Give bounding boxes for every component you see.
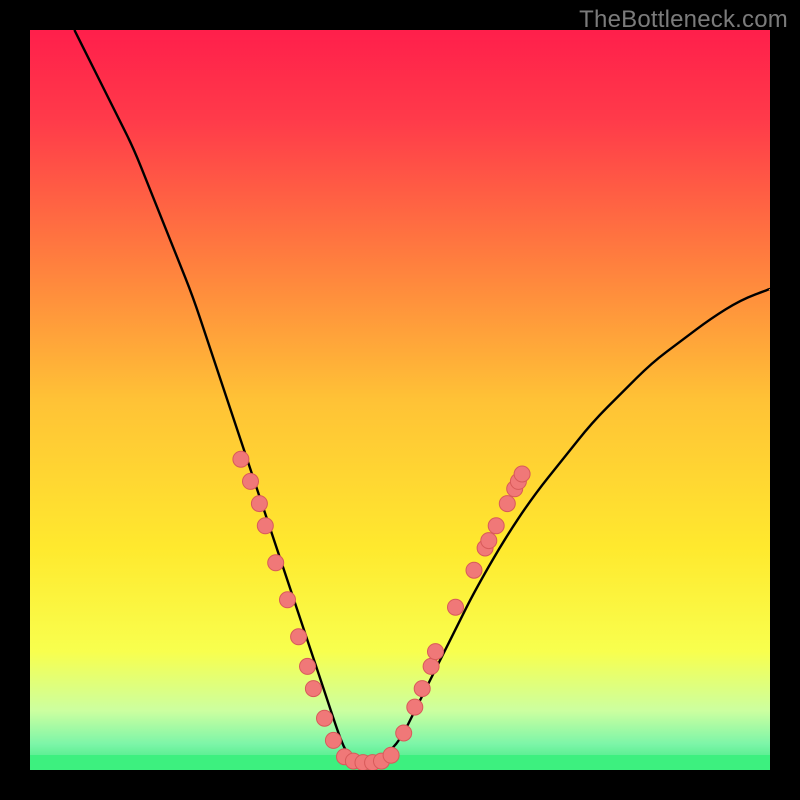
data-dot — [514, 466, 530, 482]
data-dot — [251, 496, 267, 512]
data-dot — [243, 473, 259, 489]
data-dot — [396, 725, 412, 741]
data-dot — [317, 710, 333, 726]
data-dot — [481, 533, 497, 549]
data-dot — [280, 592, 296, 608]
data-dot — [268, 555, 284, 571]
bottom-green-band — [30, 755, 770, 770]
chart-svg — [30, 30, 770, 770]
data-dot — [257, 518, 273, 534]
data-dot — [233, 451, 249, 467]
data-dot — [300, 658, 316, 674]
data-dot — [448, 599, 464, 615]
outer-black-frame: TheBottleneck.com — [0, 0, 800, 800]
data-dot — [423, 658, 439, 674]
data-dot — [488, 518, 504, 534]
data-dot — [291, 629, 307, 645]
gradient-background — [30, 30, 770, 770]
plot-area — [30, 30, 770, 770]
data-dot — [383, 747, 399, 763]
data-dot — [414, 681, 430, 697]
data-dot — [466, 562, 482, 578]
data-dot — [499, 496, 515, 512]
data-dot — [428, 644, 444, 660]
data-dot — [407, 699, 423, 715]
data-dot — [305, 681, 321, 697]
data-dot — [325, 732, 341, 748]
